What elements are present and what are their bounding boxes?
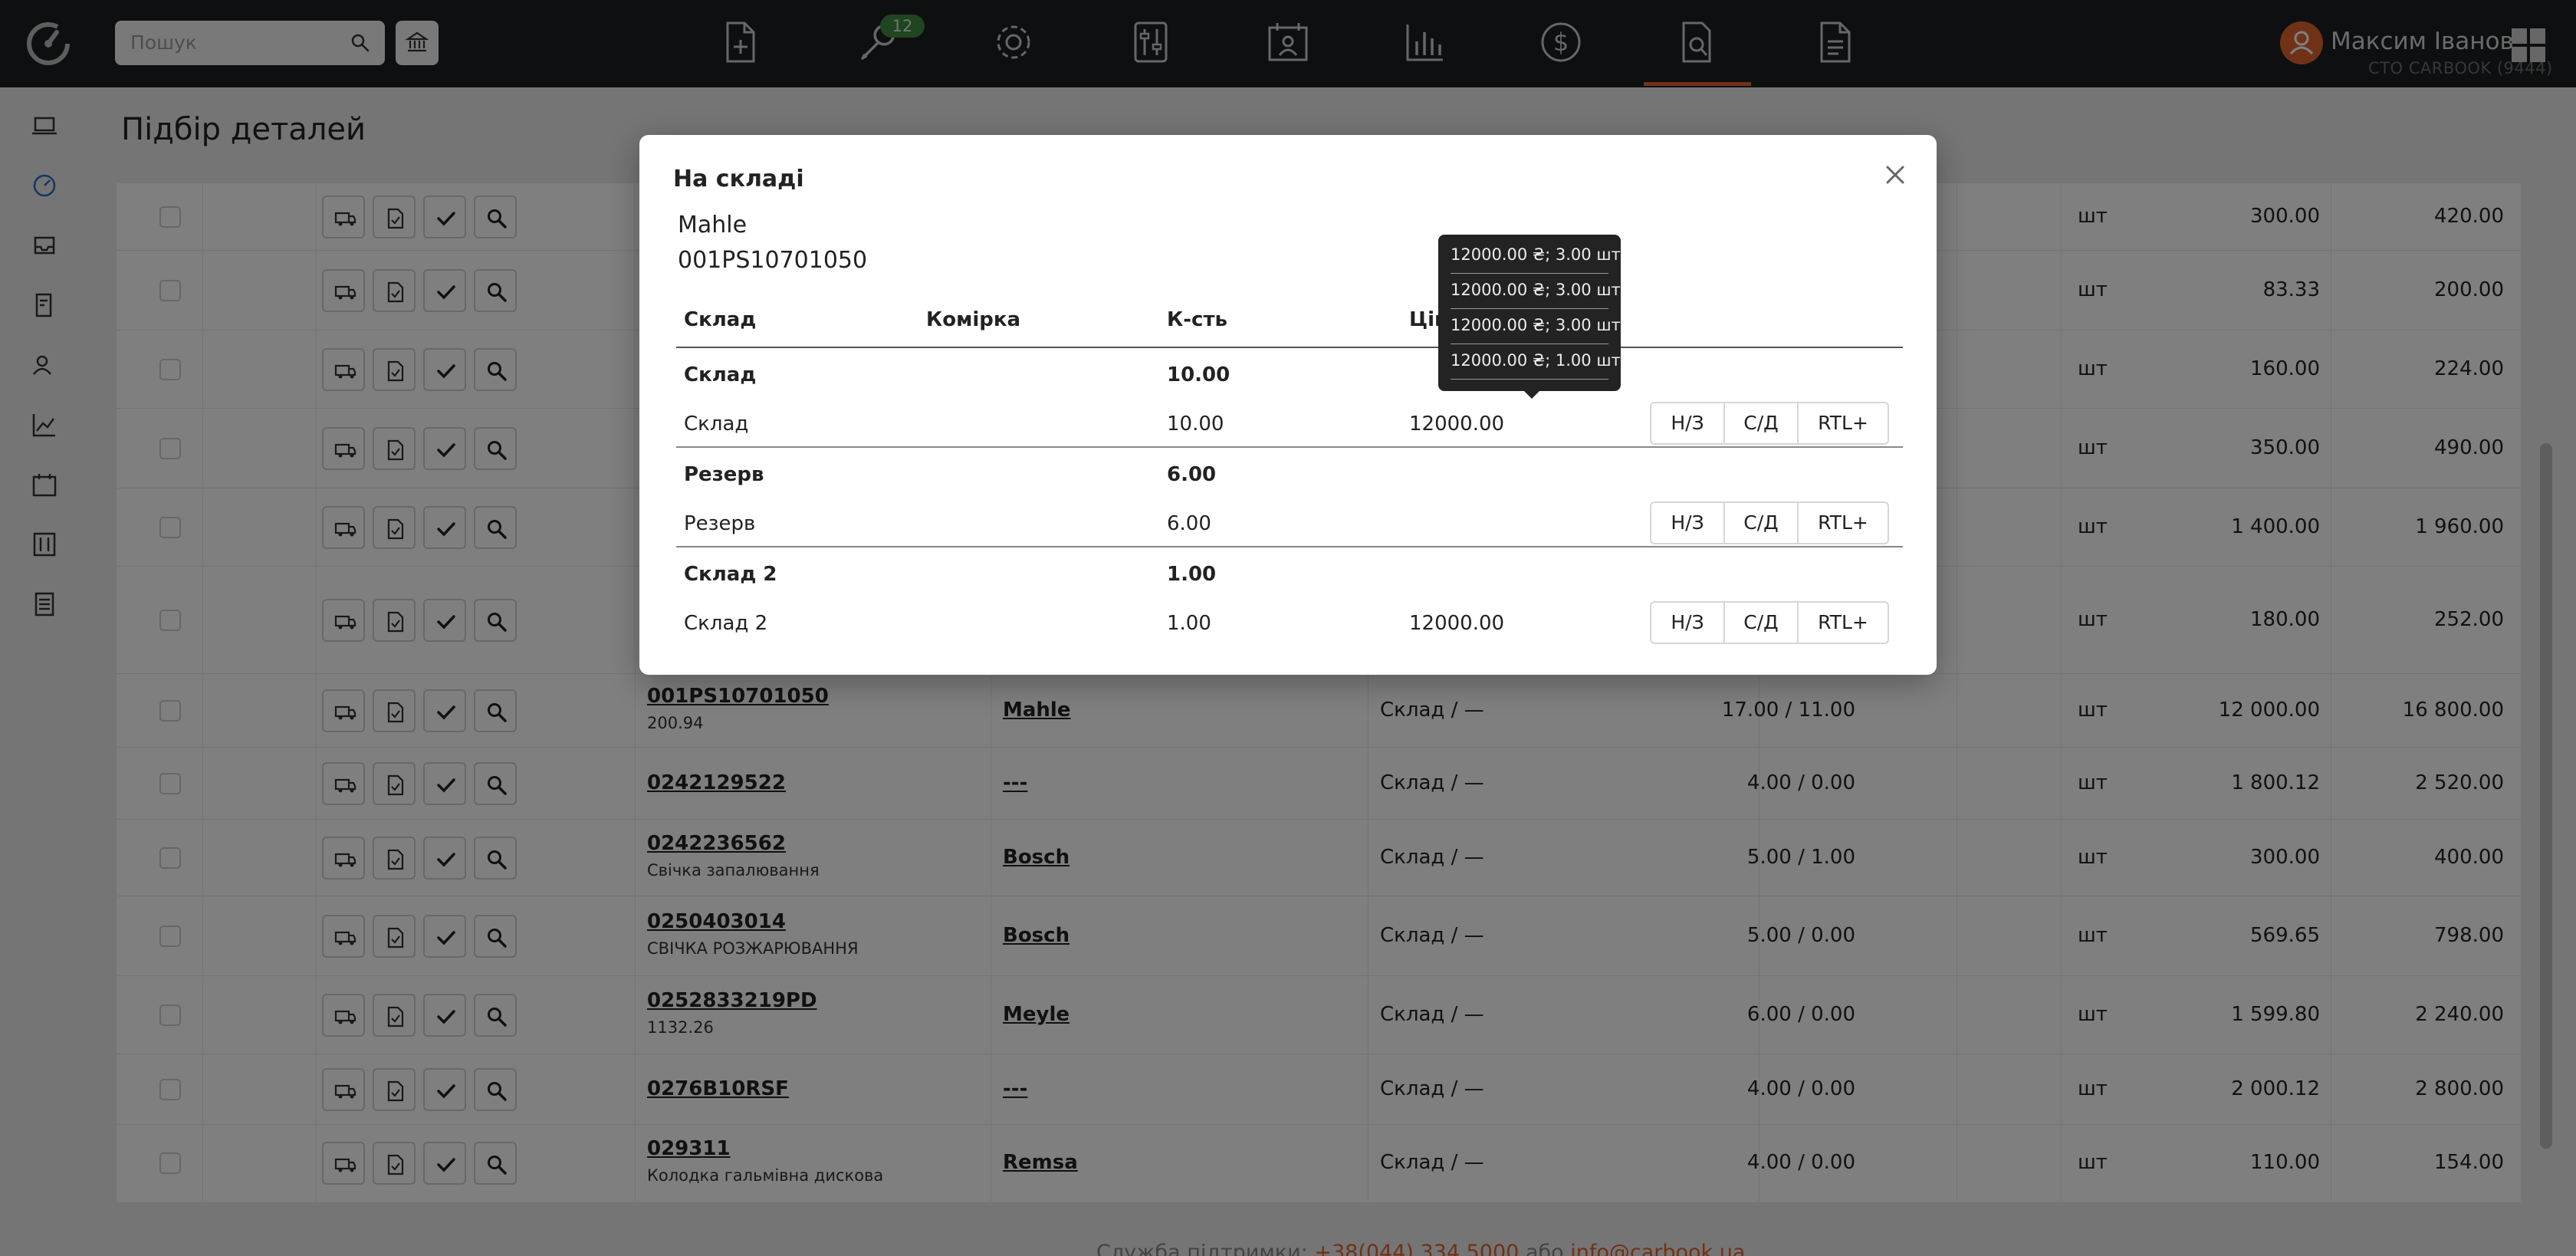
warehouse-group-qty: 1.00 xyxy=(1167,563,1217,586)
group-divider xyxy=(676,446,1903,448)
order-button[interactable]: Н/З xyxy=(1651,403,1725,443)
price-tooltip: 12000.00 ₴; 3.00 шт 12000.00 ₴; 3.00 шт … xyxy=(1438,235,1621,391)
tooltip-line: 12000.00 ₴; 3.00 шт xyxy=(1451,316,1621,334)
reserve-button[interactable]: С/Д xyxy=(1725,403,1799,443)
rtl-button[interactable]: RTL+ xyxy=(1799,403,1888,443)
warehouse-name: Склад 2 xyxy=(684,612,768,635)
stock-modal: На складі Mahle 001PS10701050 Склад Комі… xyxy=(639,135,1937,675)
tooltip-divider xyxy=(1451,273,1608,274)
warehouse-group-name: Склад 2 xyxy=(684,563,777,586)
warehouse-name: Склад xyxy=(684,413,749,436)
reserve-button[interactable]: С/Д xyxy=(1725,603,1799,643)
order-button[interactable]: Н/З xyxy=(1651,503,1725,543)
warehouse-qty: 10.00 xyxy=(1167,413,1224,436)
tooltip-line: 12000.00 ₴; 3.00 шт xyxy=(1451,245,1621,264)
order-button[interactable]: Н/З xyxy=(1651,603,1725,643)
stock-action-buttons: Н/З С/Д RTL+ xyxy=(1650,501,1889,544)
stock-action-buttons: Н/З С/Д RTL+ xyxy=(1650,601,1889,644)
col-header-quantity: К-сть xyxy=(1167,308,1227,331)
warehouse-price: 12000.00 xyxy=(1409,612,1505,635)
warehouse-group-name: Склад xyxy=(684,363,757,386)
warehouse-name: Резерв xyxy=(684,512,756,535)
rtl-button[interactable]: RTL+ xyxy=(1799,603,1888,643)
modal-part-code: 001PS10701050 xyxy=(678,247,868,274)
col-header-warehouse: Склад xyxy=(684,308,757,331)
tooltip-arrow xyxy=(1523,390,1541,399)
tooltip-line: 12000.00 ₴; 3.00 шт xyxy=(1451,281,1621,299)
tooltip-divider xyxy=(1451,379,1608,380)
warehouse-qty: 1.00 xyxy=(1167,612,1211,635)
warehouse-qty: 6.00 xyxy=(1167,512,1211,535)
warehouse-group-qty: 10.00 xyxy=(1167,363,1230,386)
warehouse-group-qty: 6.00 xyxy=(1167,463,1217,486)
close-icon[interactable] xyxy=(1881,161,1909,189)
tooltip-line: 12000.00 ₴; 1.00 шт xyxy=(1451,351,1621,370)
modal-brand: Mahle xyxy=(678,212,748,238)
stock-action-buttons: Н/З С/Д RTL+ xyxy=(1650,402,1889,445)
col-header-cell: Комірка xyxy=(926,308,1021,331)
tooltip-divider xyxy=(1451,308,1608,309)
group-divider xyxy=(676,546,1903,547)
modal-title: На складі xyxy=(673,166,804,192)
header-divider xyxy=(676,347,1903,348)
warehouse-price: 12000.00 xyxy=(1409,413,1505,436)
reserve-button[interactable]: С/Д xyxy=(1725,503,1799,543)
rtl-button[interactable]: RTL+ xyxy=(1799,503,1888,543)
warehouse-group-name: Резерв xyxy=(684,463,764,486)
